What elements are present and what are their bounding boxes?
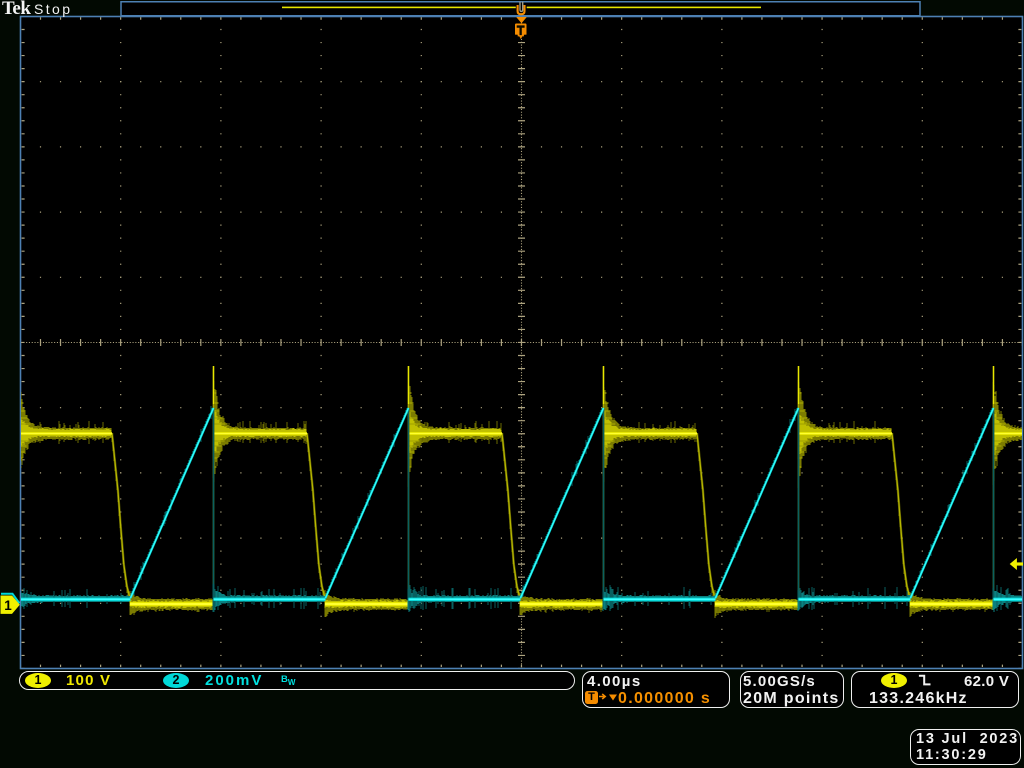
svg-text:1: 1: [4, 598, 12, 613]
